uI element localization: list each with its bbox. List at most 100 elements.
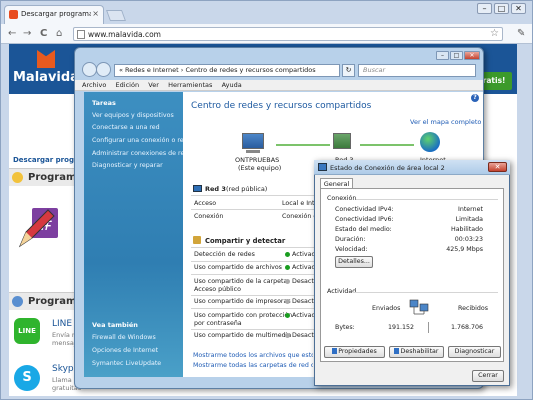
computer-icon — [242, 133, 264, 149]
back-icon[interactable]: ← — [8, 28, 16, 39]
divider — [191, 308, 314, 309]
malavida-favicon-icon — [9, 10, 18, 19]
connection-value: Conexión de á — [282, 213, 314, 220]
sharing-row-status: Desactivado — [292, 278, 314, 285]
divider — [191, 295, 314, 296]
disable-button[interactable]: Deshabilitar — [389, 346, 444, 358]
nsc-task-pane: Tareas Ver equipos y dispositivos Conect… — [84, 92, 188, 377]
browser-close-button[interactable]: ✕ — [511, 3, 526, 14]
program-hashtag-pencil-icon[interactable]: # — [18, 202, 62, 250]
network-type: (red pública) — [226, 185, 268, 193]
sharing-row-label: Uso compartido de multimedia — [194, 332, 292, 339]
full-map-link[interactable]: Ver el mapa completo — [410, 118, 481, 126]
task-manage-connections[interactable]: Administrar conexiones de red — [92, 150, 188, 157]
menu-ver[interactable]: Ver — [148, 81, 159, 89]
map-node-name: ONTPRUEBAS — [235, 156, 280, 164]
line-app-icon[interactable]: LINE — [14, 318, 40, 344]
tasks-heading: Tareas — [92, 99, 116, 107]
status-key: Conectividad IPv4: — [335, 206, 394, 213]
status-value: Limitada — [455, 216, 483, 223]
url-text: www.malavida.com — [88, 30, 161, 39]
map-node-sub: (Este equipo) — [238, 164, 282, 172]
wrench-menu-icon[interactable]: ✎ — [517, 28, 525, 39]
status-value: Habilitado — [450, 226, 483, 233]
programs-section-header-1: Programa — [9, 168, 83, 186]
forward-icon[interactable]: → — [23, 28, 31, 39]
dialog-close-button[interactable]: ✕ — [488, 162, 507, 172]
sharing-row-status: Activado — [292, 312, 314, 319]
menu-archivo[interactable]: Archivo — [82, 81, 106, 89]
map-link-line — [276, 144, 330, 146]
group-divider — [353, 292, 498, 293]
tab-close-icon[interactable]: × — [92, 9, 99, 18]
close-button[interactable]: Cerrar — [472, 370, 504, 382]
refresh-icon[interactable]: ↻ — [342, 64, 355, 77]
sharing-row-label: Detección de redes — [194, 251, 255, 258]
browser-toolbar: ← → C ⌂ www.malavida.com ☆ ✎ — [1, 24, 532, 44]
nsc-search-input[interactable]: Buscar — [358, 64, 476, 77]
sharing-row-status: Desactivado — [292, 332, 314, 339]
sharing-row-label-2: por contraseña — [194, 320, 242, 327]
tab-title: Descargar programas gra — [21, 10, 91, 18]
divider — [191, 195, 314, 196]
status-off-icon — [285, 299, 290, 304]
nsc-back-button[interactable] — [82, 62, 97, 77]
status-value: 00:03:23 — [454, 236, 483, 243]
bytes-label: Bytes: — [335, 324, 355, 331]
map-link-line — [360, 144, 414, 146]
see-also-internet-options[interactable]: Opciones de Internet — [92, 347, 158, 354]
divider — [191, 261, 314, 262]
menu-edicion[interactable]: Edición — [116, 81, 140, 89]
menu-herramientas[interactable]: Herramientas — [168, 81, 212, 89]
diagnose-button[interactable]: Diagnosticar — [448, 346, 501, 358]
status-key: Velocidad: — [335, 246, 368, 253]
bookmark-star-icon[interactable]: ☆ — [490, 28, 499, 39]
page-icon — [77, 30, 85, 39]
menu-ayuda[interactable]: Ayuda — [222, 81, 242, 89]
divider — [191, 274, 314, 275]
nsc-minimize-button[interactable]: – — [436, 51, 449, 60]
details-button[interactable]: Detalles... — [335, 256, 373, 268]
show-shared-folders-link[interactable]: Mostrarme todas las carpetas de red comp… — [193, 362, 313, 369]
address-bar[interactable]: www.malavida.com ☆ — [73, 27, 503, 41]
task-diagnose[interactable]: Diagnosticar y reparar — [92, 162, 163, 169]
see-also-firewall[interactable]: Firewall de Windows — [92, 334, 156, 341]
skype-app-icon[interactable]: S — [14, 365, 40, 391]
sharing-row-status: Activado — [292, 251, 314, 258]
status-off-icon — [285, 333, 290, 338]
shield-icon — [332, 348, 338, 354]
star-icon — [12, 172, 23, 183]
network-name: Red 3 — [205, 185, 226, 193]
properties-button[interactable]: Propiedades — [324, 346, 385, 358]
app-name-line[interactable]: LINE — [52, 319, 72, 329]
show-shared-files-link[interactable]: Mostrarme todos los archivos que estoy c… — [193, 352, 313, 359]
status-value: Internet — [457, 206, 483, 213]
divider — [191, 209, 314, 210]
browser-maximize-button[interactable]: □ — [494, 3, 509, 14]
nsc-close-button[interactable]: ✕ — [464, 51, 480, 60]
task-setup-connection[interactable]: Configurar una conexión o red — [92, 137, 188, 144]
sharing-row-label: Uso compartido de archivos — [194, 264, 282, 271]
bytes-sent-value: 191.152 — [387, 324, 414, 331]
sharing-row-label: Uso compartido de la carpeta — [194, 278, 288, 285]
status-value: 425,9 Mbps — [446, 246, 483, 253]
help-icon[interactable]: ? — [471, 94, 479, 102]
nsc-forward-button[interactable] — [96, 62, 111, 77]
divider — [191, 329, 314, 330]
programs-icon — [12, 296, 23, 307]
sharing-row-label: Uso compartido de impresoras — [194, 298, 291, 305]
browser-minimize-button[interactable]: – — [477, 3, 492, 14]
nsc-maximize-button[interactable]: □ — [450, 51, 463, 60]
bytes-received-value: 1.768.706 — [450, 324, 483, 331]
properties-button-label: Propiedades — [338, 348, 377, 355]
activity-divider — [428, 322, 429, 333]
task-view-computers[interactable]: Ver equipos y dispositivos — [92, 112, 174, 119]
nsc-address-bar[interactable]: « Redes e Internet › Centro de redes y r… — [114, 64, 340, 77]
task-connect-network[interactable]: Conectarse a una red — [92, 124, 160, 131]
browser-tab[interactable]: Descargar programas gra × — [4, 5, 104, 24]
see-also-liveupdate[interactable]: Symantec LiveUpdate — [92, 360, 161, 367]
reload-icon[interactable]: C — [40, 28, 47, 39]
nsc-page-title: Centro de redes y recursos compartidos — [191, 101, 372, 111]
malavida-logo-text[interactable]: Malavida — [13, 70, 79, 85]
home-icon[interactable]: ⌂ — [56, 28, 62, 39]
